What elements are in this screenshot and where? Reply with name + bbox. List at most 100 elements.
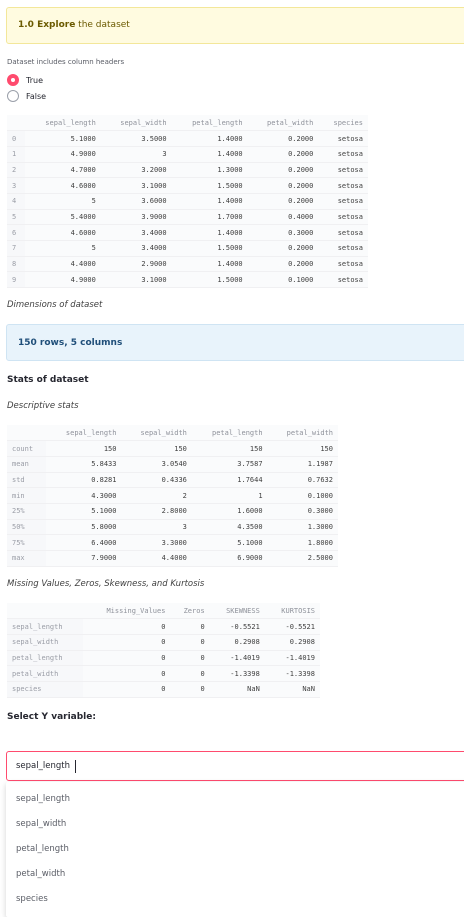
table-cell: 0.2000 [247, 162, 319, 179]
select-y-dropdown: sepal_length sepal_width petal_length pe… [6, 782, 464, 917]
radio-selected-icon[interactable] [7, 74, 19, 86]
table-cell: 5 [24, 193, 101, 210]
row-index: min [7, 487, 46, 504]
dropdown-option-petal-length[interactable]: petal_length [16, 844, 69, 854]
column-header[interactable]: SKEWNESS [209, 603, 265, 620]
table-cell: 1.5000 [171, 177, 248, 194]
table-cell: 4.9000 [24, 146, 101, 163]
table-row: std 0.8281 0.4336 1.7644 0.7632 [7, 472, 338, 489]
section-banner: 1.0 Explore the dataset [6, 7, 464, 44]
row-index: sepal_width [7, 634, 84, 651]
row-index: 3 [7, 177, 25, 194]
column-header[interactable]: sepal_length [24, 115, 101, 132]
radio-option-true[interactable]: True [7, 73, 43, 87]
row-index: 6 [7, 224, 25, 241]
table-cell: -1.4019 [209, 650, 265, 667]
column-header[interactable]: KURTOSIS [264, 603, 320, 620]
table-row: sepal_width 0 0 0.2908 0.2908 [7, 634, 320, 651]
table-cell: 4.4000 [24, 256, 101, 273]
row-index: 2 [7, 162, 25, 179]
table-row: 1 4.9000 3 1.4000 0.2000 setosa [7, 146, 368, 163]
column-header[interactable]: petal_width [247, 115, 319, 132]
table-row: 0 5.1000 3.5000 1.4000 0.2000 setosa [7, 130, 368, 147]
text-caret [75, 760, 76, 773]
select-y-value: sepal_length [16, 761, 70, 771]
table-cell: 1.1987 [267, 456, 338, 473]
column-header[interactable]: petal_width [267, 425, 338, 442]
table-cell: 0.2000 [247, 130, 319, 147]
table-cell: 1.6000 [191, 503, 268, 520]
row-index: 4 [7, 193, 25, 210]
table-cell: 0.3000 [267, 503, 338, 520]
table-cell: 0.2000 [247, 240, 319, 257]
table-cell: 1.5000 [171, 240, 248, 257]
section-title-word: Explore [37, 20, 76, 30]
table-cell: 1.4000 [171, 146, 248, 163]
table-cell: 3 [100, 146, 172, 163]
table-cell: 0 [83, 650, 171, 667]
table-cell: 6.9000 [191, 550, 268, 567]
table-cell: 3.2000 [100, 162, 172, 179]
table-cell: 4.4000 [121, 550, 192, 567]
select-y-input[interactable]: sepal_length [6, 751, 464, 781]
column-header[interactable]: sepal_length [45, 425, 122, 442]
index-header [7, 115, 25, 132]
table-cell: -1.4019 [264, 650, 320, 667]
table-cell: 150 [45, 440, 122, 457]
column-header[interactable]: petal_length [171, 115, 248, 132]
table-cell: 3.4000 [100, 224, 172, 241]
table-cell: 3 [121, 519, 192, 536]
table-cell: -0.5521 [209, 618, 265, 635]
table-cell: 3.1000 [100, 271, 172, 289]
table-cell: 3.3000 [121, 534, 192, 551]
table-cell: 6.4000 [45, 534, 122, 551]
table-cell: 1.3000 [171, 162, 248, 179]
table-row: 2 4.7000 3.2000 1.3000 0.2000 setosa [7, 162, 368, 179]
section-number: 1.0 [18, 20, 34, 30]
select-y-label: Select Y variable: [7, 712, 96, 722]
table-cell: 150 [121, 440, 192, 457]
table-cell: 0 [83, 634, 171, 651]
table-row: sepal_length 0 0 -0.5521 -0.5521 [7, 618, 320, 635]
dropdown-option-sepal-width[interactable]: sepal_width [16, 819, 66, 829]
column-header[interactable]: sepal_width [100, 115, 172, 132]
dropdown-option-species[interactable]: species [16, 894, 48, 904]
column-header[interactable]: Zeros [170, 603, 210, 620]
describe-table[interactable]: sepal_length sepal_width petal_length petal… [7, 425, 338, 567]
row-index: petal_width [7, 665, 84, 682]
table-cell: 3.7587 [191, 456, 268, 473]
dropdown-option-petal-width[interactable]: petal_width [16, 869, 65, 879]
row-index: sepal_length [7, 618, 84, 635]
table-cell: 2.9000 [100, 256, 172, 273]
table-cell: NaN [264, 681, 320, 698]
table-cell: 3.6000 [100, 193, 172, 210]
column-header[interactable]: species [318, 115, 368, 132]
column-header[interactable]: Missing_Values [83, 603, 171, 620]
dims-info-text: 150 rows, 5 columns [18, 338, 122, 348]
dropdown-option-sepal-length[interactable]: sepal_length [16, 794, 70, 804]
row-index: count [7, 440, 46, 457]
table-cell: setosa [318, 256, 368, 273]
radio-unselected-icon[interactable] [7, 90, 19, 102]
row-index: std [7, 472, 46, 489]
table-cell: NaN [209, 681, 265, 698]
table-cell: 5.8433 [45, 456, 122, 473]
table-cell: setosa [318, 271, 368, 289]
column-header[interactable]: sepal_width [121, 425, 192, 442]
row-index: 0 [7, 130, 25, 147]
table-cell: 0.4000 [247, 209, 319, 226]
radio-option-false[interactable]: False [7, 89, 46, 103]
column-header[interactable]: petal_length [191, 425, 268, 442]
table-cell: 3.1000 [100, 177, 172, 194]
table-row: min 4.3000 2 1 0.1000 [7, 487, 338, 504]
table-cell: 3.4000 [100, 240, 172, 257]
dataset-preview-table[interactable]: sepal_length sepal_width petal_length petal… [7, 115, 368, 289]
row-index: 7 [7, 240, 25, 257]
row-index: 75% [7, 534, 46, 551]
table-cell: 1 [191, 487, 268, 504]
table-cell: 0 [83, 618, 171, 635]
headers-radio-label: Dataset includes column headers [7, 58, 125, 66]
missing-values-table[interactable]: Missing_Values Zeros SKEWNESS KURTOSIS sepal… [7, 603, 320, 698]
table-cell: 0 [170, 650, 210, 667]
row-index: 1 [7, 146, 25, 163]
